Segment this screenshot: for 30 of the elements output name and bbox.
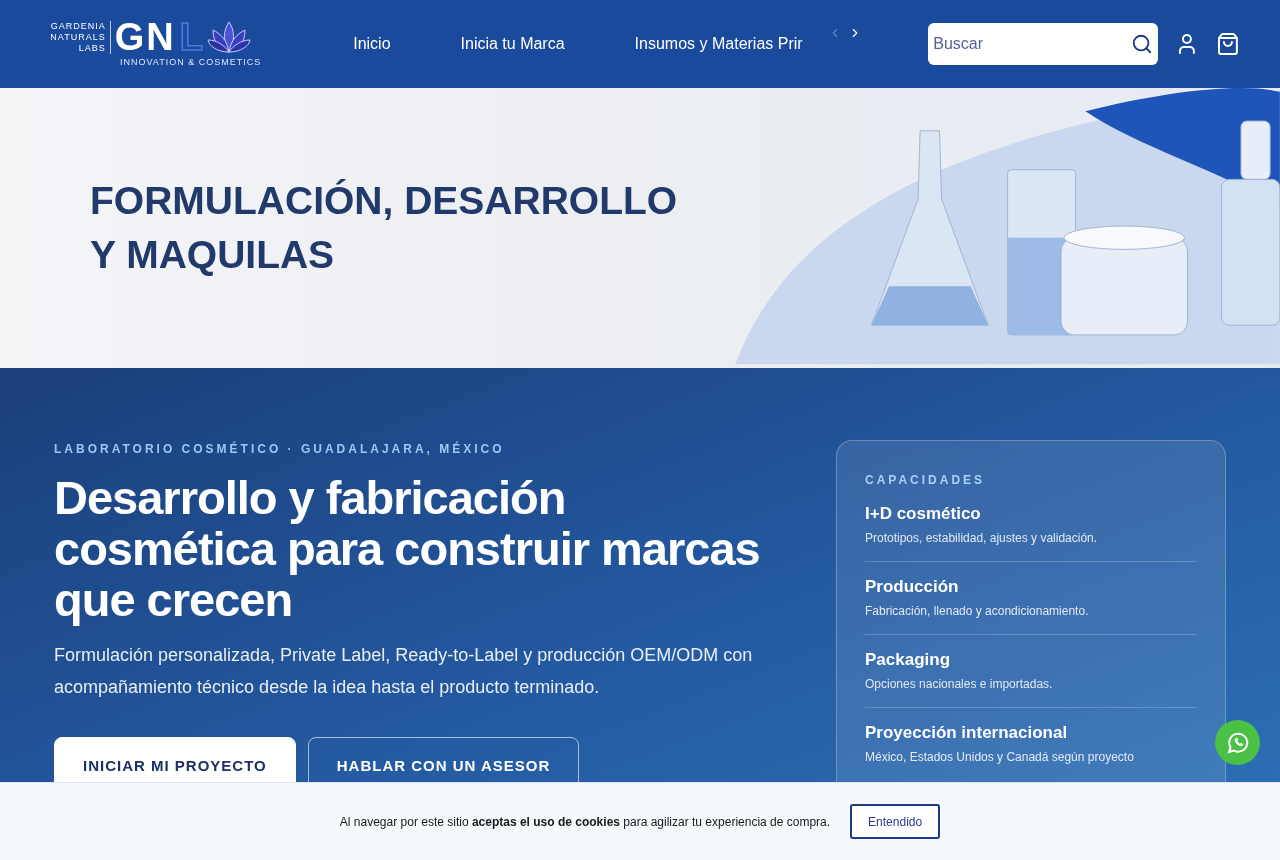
nav-link[interactable]: Inicia tu Marca: [460, 32, 565, 56]
logo-tagline: INNOVATION & COSMETICS: [120, 56, 262, 70]
chat-bubble-icon: [1225, 730, 1250, 755]
capability-description: Opciones nacionales e importadas.: [865, 676, 1054, 693]
logo-wordmark-line: LABS: [78, 42, 106, 54]
main-heading: Desarrollo y fabricación cosmética para construir marcas que crecen: [54, 472, 761, 625]
capability-title: Packaging: [865, 649, 952, 671]
nav-link[interactable]: Inicio: [353, 32, 391, 56]
logo-wordmark-line: GARDENIA: [50, 20, 106, 32]
search-field[interactable]: Buscar: [928, 23, 1159, 65]
card-title: CAPACIDADES: [865, 472, 987, 489]
nav-link[interactable]: Insumos y Materias Prir: [634, 32, 803, 56]
logo-wordmark-line: NATURALS: [50, 31, 106, 43]
capability-description: Prototipos, estabilidad, ajustes y validación.: [865, 530, 1099, 547]
eyebrow-text: LABORATORIO COSMÉTICO · GUADALAJARA, MÉXICO: [54, 440, 506, 458]
capability-title: Producción: [865, 576, 960, 598]
banner-title-line: FORMULACIÓN, DESARROLLO: [90, 178, 678, 224]
banner-title-line: Y MAQUILAS: [90, 232, 336, 278]
cookie-message: Al navegar por este sitio aceptas el uso de cookies para agilizar tu experiencia de compra.: [339, 813, 831, 831]
logo-accent-letter: L: [179, 18, 203, 57]
intro-paragraph: Formulación personalizada, Private Label, Ready-to-Label y producción OEM/ODM con acompañamiento técnico desde la idea hasta el producto terminado.: [54, 644, 754, 699]
search-icon[interactable]: [1131, 33, 1154, 55]
capability-title: I+D cosmético: [865, 503, 982, 525]
capability-title: Proyección internacional: [865, 722, 1069, 744]
accept-cookies-button[interactable]: Entendido: [850, 804, 941, 839]
capability-description: México, Estados Unidos y Canadá según proyecto: [865, 749, 1135, 766]
logo-letters: GN: [114, 18, 176, 57]
capability-description: Fabricación, llenado y acondicionamiento.: [865, 603, 1090, 620]
lotus-icon: [206, 20, 251, 55]
shopping-bag-icon[interactable]: [1216, 32, 1240, 56]
